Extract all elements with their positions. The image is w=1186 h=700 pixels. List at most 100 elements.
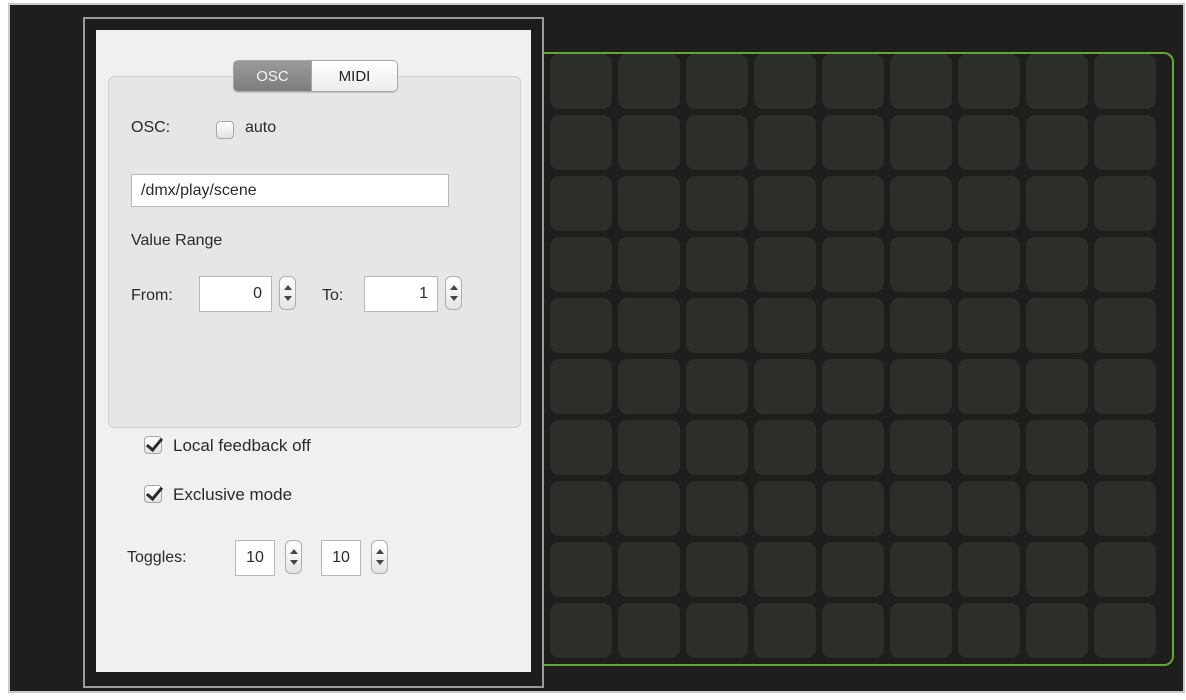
tab-midi[interactable]: MIDI bbox=[311, 61, 397, 91]
toggle-cell[interactable] bbox=[550, 542, 612, 597]
toggle-cell[interactable] bbox=[618, 54, 680, 109]
toggle-cell[interactable] bbox=[1026, 115, 1088, 170]
toggle-cell[interactable] bbox=[618, 298, 680, 353]
osc-address-field[interactable]: /dmx/play/scene bbox=[131, 174, 449, 207]
toggle-cell[interactable] bbox=[958, 481, 1020, 536]
toggle-cell[interactable] bbox=[686, 542, 748, 597]
exclusive-mode-label[interactable]: Exclusive mode bbox=[173, 485, 292, 505]
osc-auto-checkbox[interactable] bbox=[216, 121, 234, 139]
to-stepper[interactable] bbox=[445, 276, 462, 310]
toggle-cell[interactable] bbox=[958, 603, 1020, 658]
toggle-cell[interactable] bbox=[1094, 298, 1156, 353]
toggle-cell[interactable] bbox=[618, 237, 680, 292]
toggle-cell[interactable] bbox=[1094, 542, 1156, 597]
toggle-cell[interactable] bbox=[686, 54, 748, 109]
toggle-cell[interactable] bbox=[686, 420, 748, 475]
toggle-cell[interactable] bbox=[550, 420, 612, 475]
toggle-cell[interactable] bbox=[686, 176, 748, 231]
toggle-cell[interactable] bbox=[1026, 542, 1088, 597]
toggle-matrix-outline[interactable] bbox=[480, 52, 1174, 666]
toggle-cell[interactable] bbox=[754, 359, 816, 414]
toggle-cell[interactable] bbox=[754, 603, 816, 658]
toggle-cell[interactable] bbox=[618, 481, 680, 536]
toggle-cell[interactable] bbox=[550, 115, 612, 170]
toggle-cell[interactable] bbox=[890, 359, 952, 414]
toggle-cell[interactable] bbox=[754, 54, 816, 109]
toggle-cell[interactable] bbox=[958, 298, 1020, 353]
toggle-cell[interactable] bbox=[754, 542, 816, 597]
toggle-cell[interactable] bbox=[1094, 603, 1156, 658]
toggle-cell[interactable] bbox=[618, 420, 680, 475]
toggles-rows-field[interactable]: 10 bbox=[321, 540, 361, 576]
from-stepper[interactable] bbox=[279, 276, 296, 310]
toggle-cell[interactable] bbox=[958, 359, 1020, 414]
toggle-cell[interactable] bbox=[822, 359, 884, 414]
toggle-cell[interactable] bbox=[958, 54, 1020, 109]
toggle-cell[interactable] bbox=[822, 481, 884, 536]
toggle-cell[interactable] bbox=[822, 54, 884, 109]
toggle-cell[interactable] bbox=[822, 115, 884, 170]
toggle-cell[interactable] bbox=[1094, 54, 1156, 109]
toggle-cell[interactable] bbox=[958, 420, 1020, 475]
local-feedback-checkbox[interactable] bbox=[144, 436, 162, 454]
toggle-cell[interactable] bbox=[1094, 481, 1156, 536]
toggle-cell[interactable] bbox=[890, 54, 952, 109]
toggle-cell[interactable] bbox=[550, 54, 612, 109]
toggle-cell[interactable] bbox=[1026, 237, 1088, 292]
local-feedback-label[interactable]: Local feedback off bbox=[173, 436, 311, 456]
toggle-cell[interactable] bbox=[890, 542, 952, 597]
toggle-cell[interactable] bbox=[822, 298, 884, 353]
toggle-cell[interactable] bbox=[618, 542, 680, 597]
toggle-cell[interactable] bbox=[890, 603, 952, 658]
toggle-cell[interactable] bbox=[618, 115, 680, 170]
toggle-cell[interactable] bbox=[822, 237, 884, 292]
toggle-cell[interactable] bbox=[550, 176, 612, 231]
toggle-cell[interactable] bbox=[1026, 481, 1088, 536]
toggle-cell[interactable] bbox=[822, 603, 884, 658]
toggle-cell[interactable] bbox=[958, 542, 1020, 597]
toggle-cell[interactable] bbox=[686, 603, 748, 658]
toggle-cell[interactable] bbox=[1026, 420, 1088, 475]
toggle-cell[interactable] bbox=[890, 298, 952, 353]
toggle-cell[interactable] bbox=[822, 542, 884, 597]
toggle-cell[interactable] bbox=[754, 176, 816, 231]
toggle-cell[interactable] bbox=[686, 481, 748, 536]
toggle-cell[interactable] bbox=[958, 115, 1020, 170]
toggle-cell[interactable] bbox=[618, 359, 680, 414]
toggle-cell[interactable] bbox=[550, 359, 612, 414]
toggle-cell[interactable] bbox=[958, 176, 1020, 231]
toggles-rows-stepper[interactable] bbox=[371, 540, 388, 574]
toggle-cell[interactable] bbox=[890, 481, 952, 536]
toggle-cell[interactable] bbox=[890, 115, 952, 170]
toggle-cell[interactable] bbox=[1094, 237, 1156, 292]
toggle-cell[interactable] bbox=[1026, 603, 1088, 658]
toggle-cell[interactable] bbox=[890, 176, 952, 231]
toggles-columns-field[interactable]: 10 bbox=[235, 540, 275, 576]
to-field[interactable]: 1 bbox=[364, 276, 438, 312]
toggle-cell[interactable] bbox=[550, 481, 612, 536]
toggle-cell[interactable] bbox=[822, 176, 884, 231]
toggle-cell[interactable] bbox=[754, 420, 816, 475]
toggle-cell[interactable] bbox=[754, 298, 816, 353]
toggle-cell[interactable] bbox=[958, 237, 1020, 292]
toggle-cell[interactable] bbox=[550, 237, 612, 292]
toggle-cell[interactable] bbox=[1026, 176, 1088, 231]
toggle-cell[interactable] bbox=[1026, 54, 1088, 109]
toggle-cell[interactable] bbox=[686, 237, 748, 292]
toggle-cell[interactable] bbox=[686, 298, 748, 353]
toggle-cell[interactable] bbox=[550, 603, 612, 658]
exclusive-mode-checkbox[interactable] bbox=[144, 485, 162, 503]
toggle-cell[interactable] bbox=[1094, 420, 1156, 475]
toggle-cell[interactable] bbox=[1026, 298, 1088, 353]
toggle-cell[interactable] bbox=[618, 176, 680, 231]
toggles-columns-stepper[interactable] bbox=[285, 540, 302, 574]
tab-osc[interactable]: OSC bbox=[234, 61, 311, 91]
from-field[interactable]: 0 bbox=[199, 276, 272, 312]
toggle-cell[interactable] bbox=[1094, 176, 1156, 231]
toggle-cell[interactable] bbox=[754, 481, 816, 536]
toggle-cell[interactable] bbox=[686, 115, 748, 170]
toggle-cell[interactable] bbox=[754, 237, 816, 292]
toggle-cell[interactable] bbox=[618, 603, 680, 658]
toggle-cell[interactable] bbox=[890, 237, 952, 292]
toggle-cell[interactable] bbox=[1026, 359, 1088, 414]
